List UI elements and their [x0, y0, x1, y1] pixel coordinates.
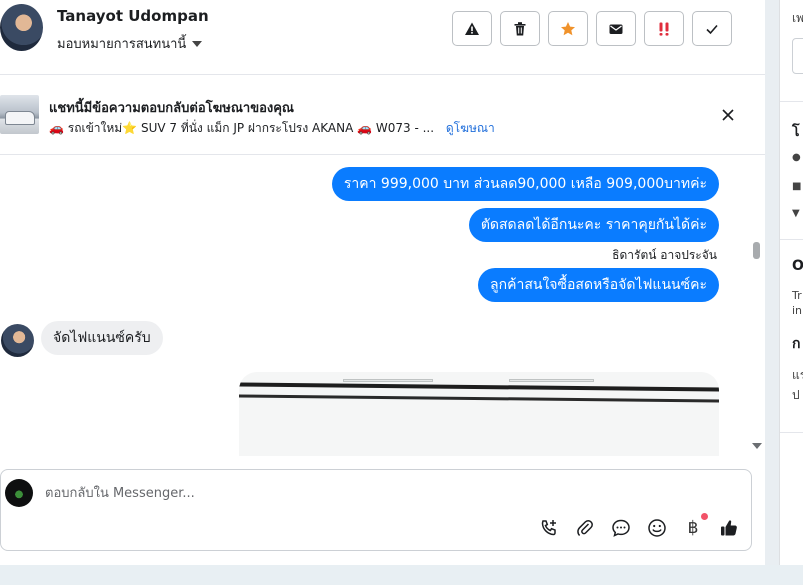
message-bubble[interactable]: ราคา 999,000 บาท ส่วนลด90,000 เหลือ 909,… [331, 167, 719, 201]
payment-button[interactable]: ฿ [682, 513, 708, 539]
panel-heading: ก [792, 336, 801, 352]
ad-banner-title: แชทนี้มีข้อความตอบกลับต่อโฆษณาของคุณ [49, 101, 294, 116]
message-bubble[interactable]: ตัดสดลดได้อีกนะคะ ราคาคุยกันได้ค่ะ [468, 208, 719, 242]
page-avatar [5, 479, 33, 507]
divider [780, 432, 803, 433]
location-icon: ▼ [792, 208, 800, 219]
ceiling-light [509, 379, 594, 382]
paperclip-icon [577, 519, 593, 537]
message-bubble[interactable]: ลูกค้าสนใจซื้อสดหรือจัดไฟแนนซ์คะ [478, 268, 719, 302]
ad-description-text: 🚗 รถเข้าใหม่⭐ SUV 7 ที่นั่ง แม็ก JP ฝากร… [49, 121, 435, 135]
panel-fragment: เพ [792, 11, 803, 25]
scrollbar-thumb[interactable] [753, 242, 760, 259]
clock-icon: ● [792, 152, 801, 163]
panel-text: Tr [792, 289, 802, 302]
composer-toolbar: ฿ [538, 513, 740, 539]
trash-icon [514, 21, 526, 35]
panel-heading: O [792, 258, 803, 274]
send-like-button[interactable] [718, 517, 740, 539]
assign-label: มอบหมายการสนทนานี้ [57, 37, 187, 52]
phone-plus-icon [541, 520, 556, 536]
conversation-actions [452, 11, 732, 46]
reply-composer: ฿ [0, 469, 752, 551]
view-ad-link[interactable]: ดูโฆษณา [446, 121, 495, 135]
ad-reply-banner: แชทนี้มีข้อความตอบกลับต่อโฆษณาของคุณ 🚗 ร… [0, 76, 765, 155]
attach-file-button[interactable] [574, 517, 596, 539]
priority-button[interactable] [644, 11, 684, 46]
panel-gutter [765, 0, 779, 565]
ceiling-beam [239, 382, 719, 392]
mark-unread-button[interactable] [596, 11, 636, 46]
message-sender-name: ธิดารัตน์ อาจประจัน [612, 248, 717, 262]
scroll-down-arrow[interactable] [752, 443, 762, 449]
page-footer-gap [0, 565, 803, 585]
panel-text: แร [792, 368, 803, 382]
delete-button[interactable] [500, 11, 540, 46]
assign-conversation-dropdown[interactable]: มอบหมายการสนทนานี้ [57, 33, 203, 54]
caret-down-icon [192, 40, 203, 47]
ceiling-beam [239, 394, 719, 403]
check-icon [706, 24, 718, 34]
follow-up-button[interactable] [548, 11, 588, 46]
smiley-icon [648, 519, 666, 537]
panel-text: ป [792, 388, 800, 402]
contact-avatar[interactable] [0, 4, 43, 51]
inbox-app: Tanayot Udompan มอบหมายการสนทนานี้ แชทนี… [0, 0, 803, 585]
reply-input[interactable] [45, 482, 725, 504]
contact-details-panel: เพ โ ● ■ ▼ O Tr in ก แร ป [779, 0, 803, 565]
notification-dot [701, 513, 708, 520]
chat-bubble-icon [612, 519, 630, 537]
ad-banner-description: 🚗 รถเข้าใหม่⭐ SUV 7 ที่นั่ง แม็ก JP ฝากร… [49, 119, 495, 138]
saved-replies-button[interactable] [610, 517, 632, 539]
divider [780, 239, 803, 240]
panel-heading: โ [792, 124, 800, 140]
panel-input-box[interactable] [792, 38, 803, 74]
photo-attachment[interactable] [239, 372, 719, 456]
panel-text: in [792, 304, 803, 317]
customer-avatar[interactable] [1, 324, 34, 357]
conversation-header: Tanayot Udompan มอบหมายการสนทนานี้ [0, 0, 765, 75]
thumbs-up-icon [721, 520, 737, 536]
close-icon[interactable] [719, 106, 737, 124]
message-thread[interactable]: ราคา 999,000 บาท ส่วนลด90,000 เหลือ 909,… [0, 156, 765, 456]
spam-report-button[interactable] [452, 11, 492, 46]
divider [780, 101, 803, 102]
star-icon [561, 21, 575, 35]
envelope-icon [609, 24, 623, 34]
contact-name[interactable]: Tanayot Udompan [57, 7, 209, 25]
baht-icon: ฿ [687, 518, 699, 538]
briefcase-icon: ■ [792, 181, 802, 192]
mark-done-button[interactable] [692, 11, 732, 46]
conversation-pane: Tanayot Udompan มอบหมายการสนทนานี้ แชทนี… [0, 0, 765, 565]
exclamation-icon [659, 22, 669, 36]
ceiling-light [343, 379, 433, 382]
message-bubble[interactable]: จัดไฟแนนซ์ครับ [41, 321, 163, 355]
warning-icon [465, 22, 479, 35]
ad-thumbnail[interactable] [0, 95, 39, 134]
emoji-button[interactable] [646, 517, 668, 539]
call-request-button[interactable] [538, 517, 560, 539]
